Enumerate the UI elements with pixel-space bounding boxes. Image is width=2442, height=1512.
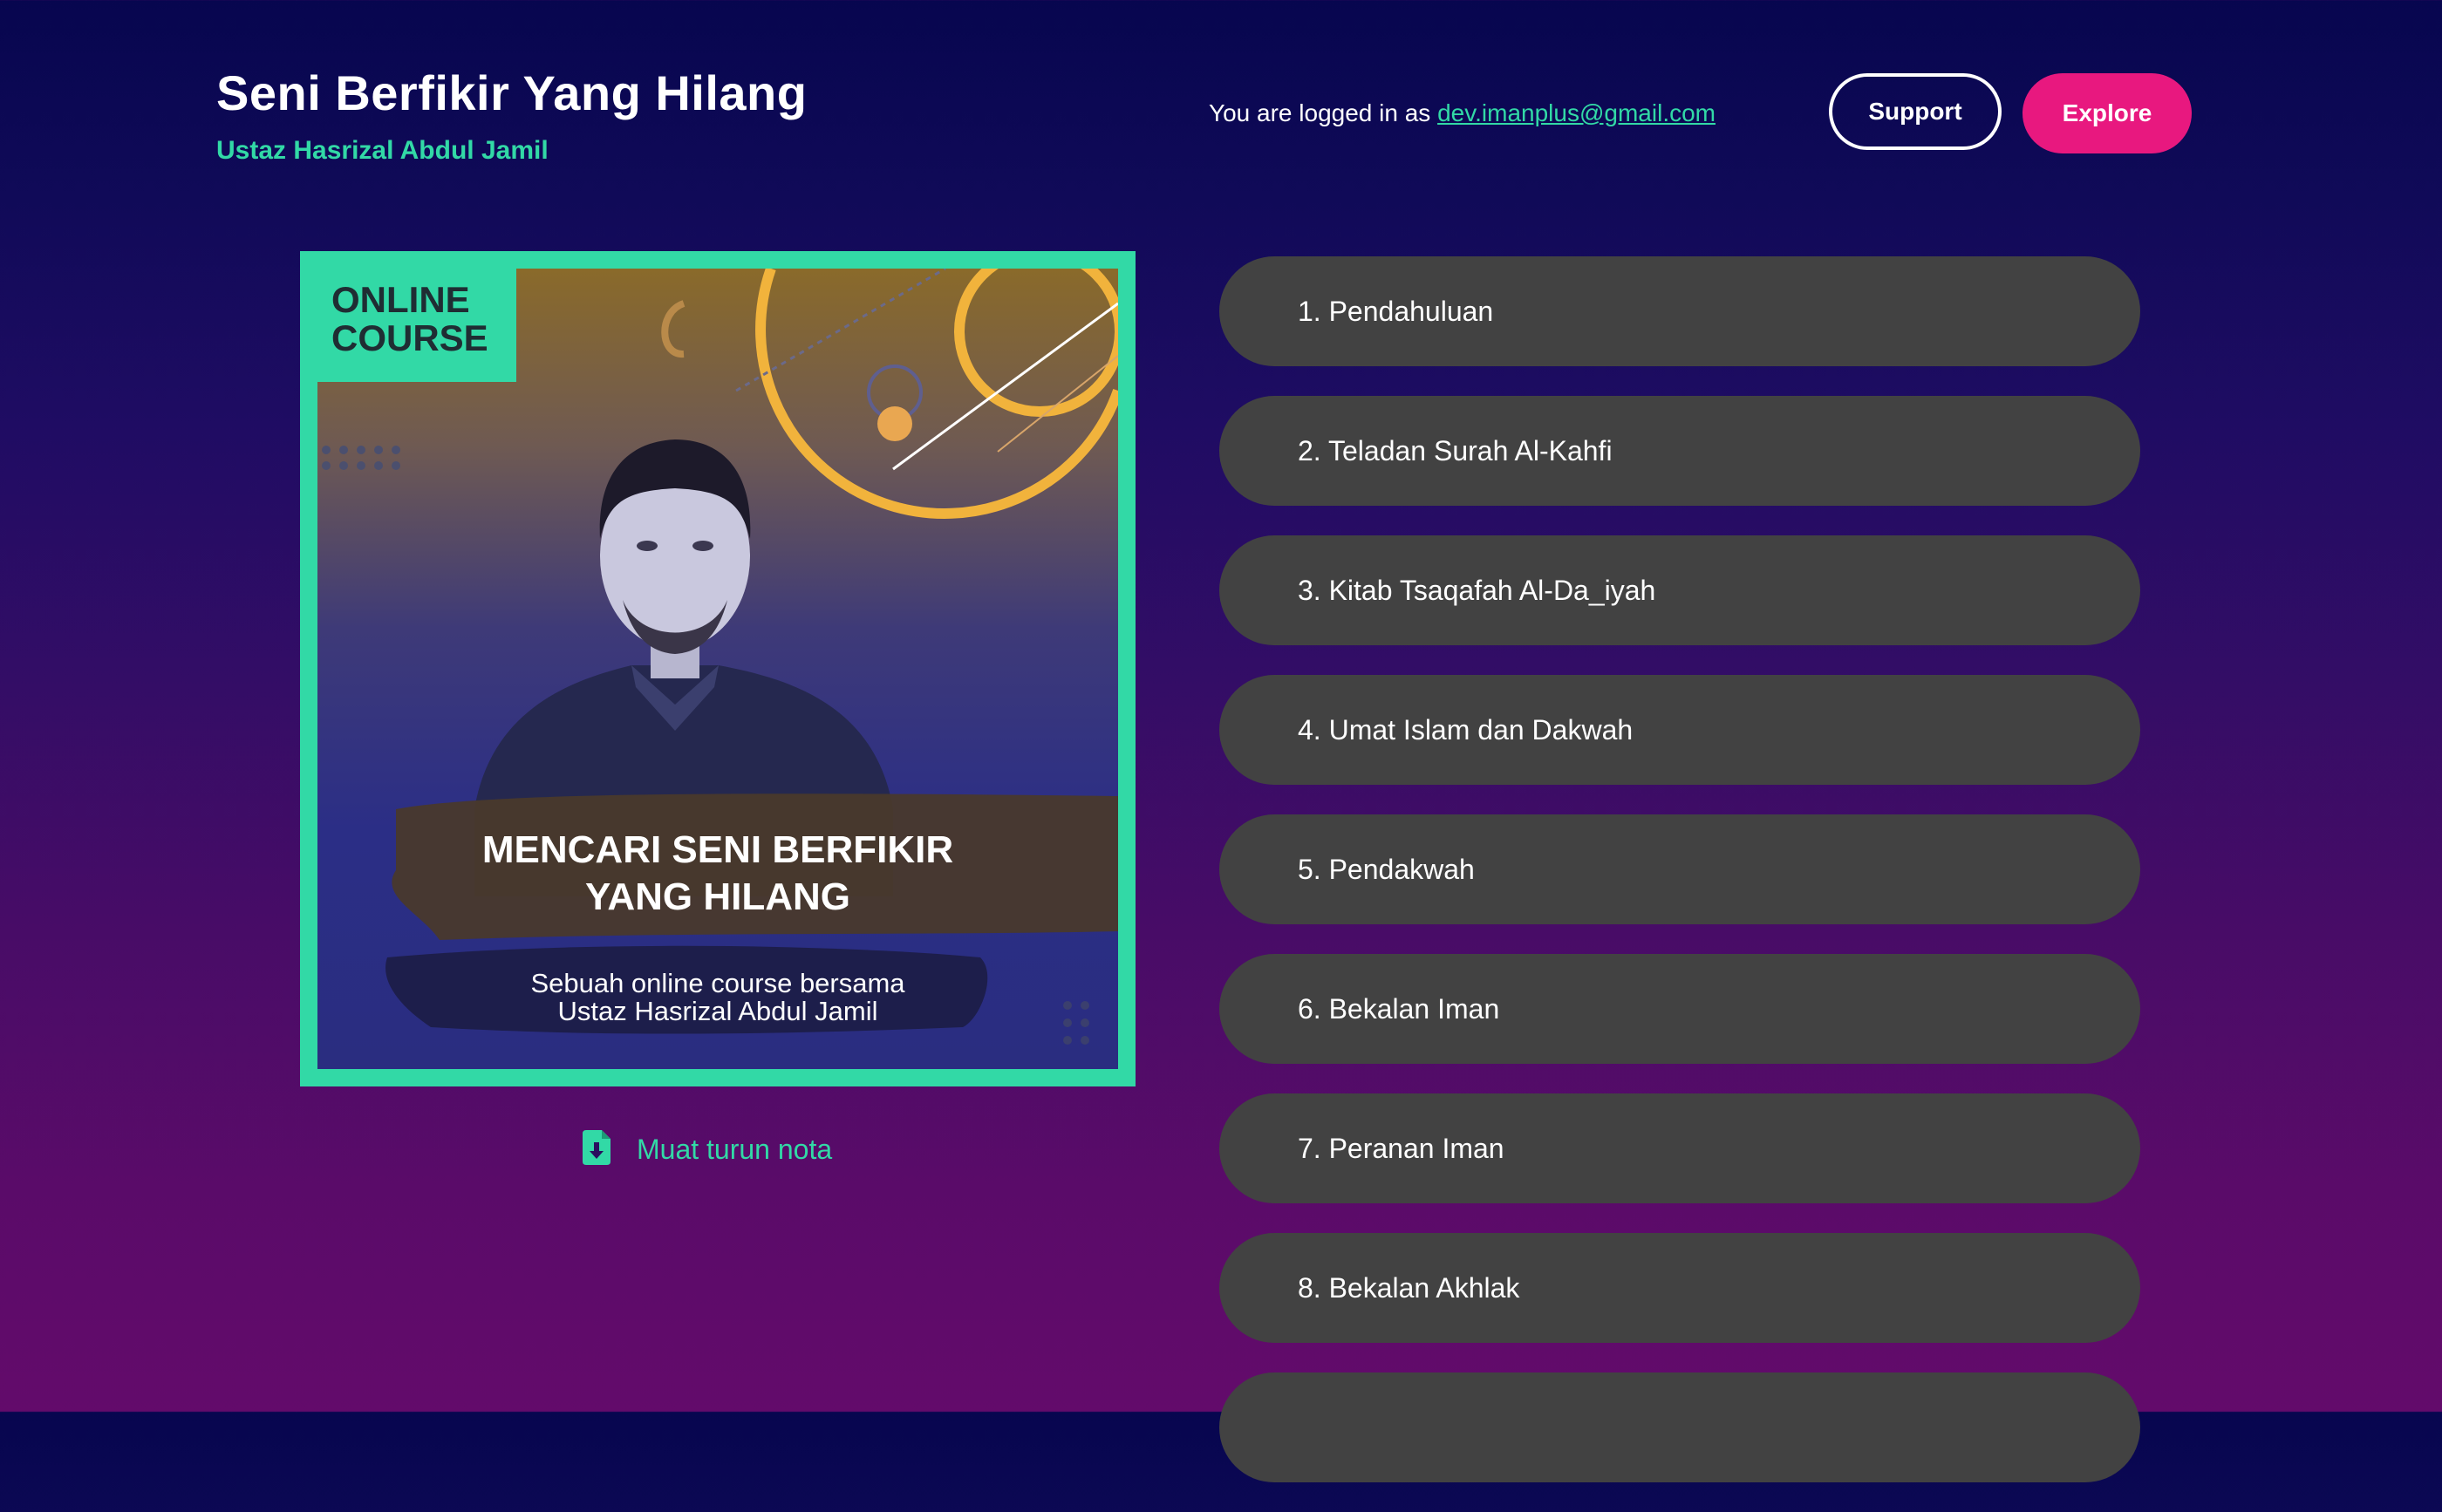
download-notes-link[interactable]: Muat turun nota [583,1130,832,1169]
page-header: Seni Berfikir Yang Hilang Ustaz Hasrizal… [0,0,2442,201]
lesson-label: 2. Teladan Surah Al-Kahfi [1298,434,1613,467]
course-cover-artwork: ONLINE COURSE MENCARI SENI BERFIKIR YANG… [317,269,1118,1069]
lesson-item[interactable]: 2. Teladan Surah Al-Kahfi [1219,396,2140,506]
course-author: Ustaz Hasrizal Abdul Jamil [216,136,549,165]
course-cover-image: ONLINE COURSE MENCARI SENI BERFIKIR YANG… [300,251,1136,1086]
cover-headline: MENCARI SENI BERFIKIR YANG HILANG [317,827,1118,921]
lesson-item[interactable]: 5. Pendakwah [1219,814,2140,924]
cover-subtitle-line-2: Ustaz Hasrizal Abdul Jamil [557,996,878,1026]
cover-subtitle-line-1: Sebuah online course bersama [530,968,905,998]
lesson-item[interactable]: 8. Bekalan Akhlak [1219,1233,2140,1343]
lesson-label: 5. Pendakwah [1298,853,1475,885]
lesson-label: 4. Umat Islam dan Dakwah [1298,713,1634,746]
login-info: You are logged in as dev.imanplus@gmail.… [1209,99,1716,127]
support-button[interactable]: Support [1829,73,2002,150]
course-title: Seni Berfikir Yang Hilang [216,65,808,120]
login-email-link[interactable]: dev.imanplus@gmail.com [1437,99,1716,126]
lesson-item[interactable] [1219,1372,2140,1482]
login-prefix: You are logged in as [1209,99,1431,126]
download-notes-label: Muat turun nota [637,1134,833,1165]
lesson-label: 7. Peranan Iman [1298,1132,1504,1164]
cover-headline-line-2: YANG HILANG [585,875,850,918]
lesson-item[interactable]: 3. Kitab Tsaqafah Al-Da_iyah [1219,535,2140,645]
cover-subtitle: Sebuah online course bersama Ustaz Hasri… [317,970,1118,1025]
lesson-item[interactable]: 6. Bekalan Iman [1219,954,2140,1064]
lesson-label: 1. Pendahuluan [1298,295,1494,327]
lesson-label: 6. Bekalan Iman [1298,992,1500,1025]
badge-line-2: COURSE [331,317,488,358]
lesson-list: 1. Pendahuluan 2. Teladan Surah Al-Kahfi… [1219,256,2140,1512]
explore-button[interactable]: Explore [2022,73,2192,153]
lesson-label: 8. Bekalan Akhlak [1298,1271,1520,1304]
badge-line-1: ONLINE [331,279,470,320]
cover-headline-line-1: MENCARI SENI BERFIKIR [481,828,954,871]
file-download-icon [583,1130,610,1169]
lesson-label: 3. Kitab Tsaqafah Al-Da_iyah [1298,574,1656,606]
cover-decorations [322,269,1118,1045]
lesson-item[interactable]: 7. Peranan Iman [1219,1093,2140,1203]
online-course-badge: ONLINE COURSE [317,269,516,382]
lesson-item[interactable]: 1. Pendahuluan [1219,256,2140,366]
lesson-item[interactable]: 4. Umat Islam dan Dakwah [1219,675,2140,785]
